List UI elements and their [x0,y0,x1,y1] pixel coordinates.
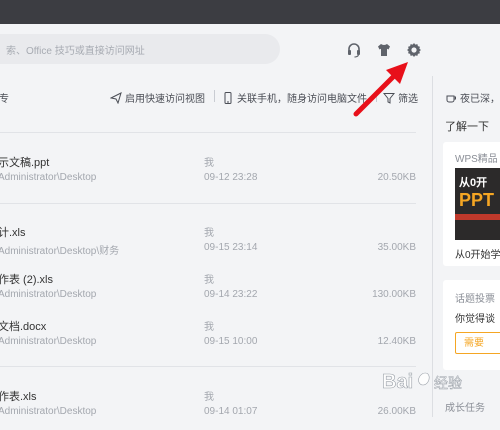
list-header-label: 专 [0,94,9,105]
send-arrow-icon [110,91,122,104]
file-size: 12.40KB [377,336,416,347]
file-owner: 我 [204,275,214,286]
file-row[interactable]: 作表.xls Administrator\Desktop 我 09-14 01:… [0,388,432,430]
settings-gear-icon[interactable] [406,42,422,58]
phone-icon [224,91,232,104]
course-thumbnail[interactable]: 从0开 PPT [455,168,500,240]
file-path: Administrator\Desktop\财务 [0,246,120,257]
poll-option-button[interactable]: 需要 [455,332,500,354]
toolbar-separator [214,90,215,102]
list-divider [0,132,416,133]
course-card-title: WPS精品 [455,154,498,165]
greeting-button[interactable]: 夜已深， [445,90,500,105]
svg-text:Bai: Bai [382,371,413,393]
file-owner: 我 [204,228,214,239]
file-row[interactable]: 文档.docx Administrator\Desktop 我 09-15 10… [0,318,432,360]
file-date: 09-12 23:28 [204,172,258,183]
file-name: 计.xls [0,227,26,239]
coffee-cup-icon [446,95,456,102]
file-row[interactable]: 示文稿.ppt Administrator\Desktop 我 09-12 23… [0,154,432,196]
thumbnail-line-1: 从0开 [459,177,488,189]
file-owner: 我 [204,322,214,333]
file-row[interactable]: 计.xls Administrator\Desktop\财务 我 09-15 2… [0,224,432,266]
thumbnail-line-2: PPT [459,190,495,210]
file-name: 作表.xls [0,391,37,403]
file-name: 示文稿.ppt [0,157,50,169]
file-name: 文档.docx [0,321,47,333]
file-row[interactable]: 作表 (2).xls Administrator\Desktop 我 09-14… [0,271,432,313]
baidu-watermark-logo: Bai 经验 [382,371,463,394]
header: 索、Office 技巧或直接访问网址 [0,24,500,76]
course-card[interactable]: WPS精品 从0开 PPT 从0开始学 [443,142,500,266]
file-path: Administrator\Desktop [0,172,97,183]
file-size: 130.00KB [372,289,416,300]
file-date: 09-15 23:14 [204,242,258,253]
quick-access-view-button[interactable]: 启用快速访问视图 [110,90,205,105]
file-path: Administrator\Desktop [0,289,97,300]
file-size: 20.50KB [377,172,416,183]
main-file-panel: 专 启用快速访问视图 关联手机，随身访问电脑文件 筛选 示文稿.ppt Admi… [0,76,432,417]
file-size: 35.00KB [377,242,416,253]
poll-question: 你觉得谈 [455,314,495,325]
svg-text:经验: 经验 [434,376,462,392]
course-caption: 从0开始学 [455,250,500,261]
file-date: 09-14 23:22 [204,289,258,300]
learn-more-heading: 了解一下 [445,121,489,133]
thumbnail-accent-bar [455,214,500,220]
poll-card: 话题投票 你觉得谈 需要 [443,280,500,370]
annotation-arrow [353,62,408,117]
quick-access-view-label: 启用快速访问视图 [125,94,205,105]
file-path: Administrator\Desktop [0,406,97,417]
search-input[interactable]: 索、Office 技巧或直接访问网址 [0,34,280,64]
file-path: Administrator\Desktop [0,336,97,347]
file-date: 09-14 01:07 [204,406,258,417]
skin-shirt-icon[interactable] [376,42,392,58]
file-name: 作表 (2).xls [0,274,53,286]
file-owner: 我 [204,158,214,169]
link-phone-button[interactable]: 关联手机，随身访问电脑文件 [222,90,367,105]
list-divider [0,366,416,367]
poll-title: 话题投票 [455,294,495,305]
file-owner: 我 [204,392,214,403]
list-divider [0,203,416,204]
greeting-text: 夜已深， [460,94,500,105]
file-size: 26.00KB [377,406,416,417]
link-phone-label: 关联手机，随身访问电脑文件 [237,94,367,105]
headset-icon[interactable] [346,42,362,58]
search-placeholder: 索、Office 技巧或直接访问网址 [6,46,145,57]
title-bar [0,0,500,24]
file-date: 09-15 10:00 [204,336,258,347]
